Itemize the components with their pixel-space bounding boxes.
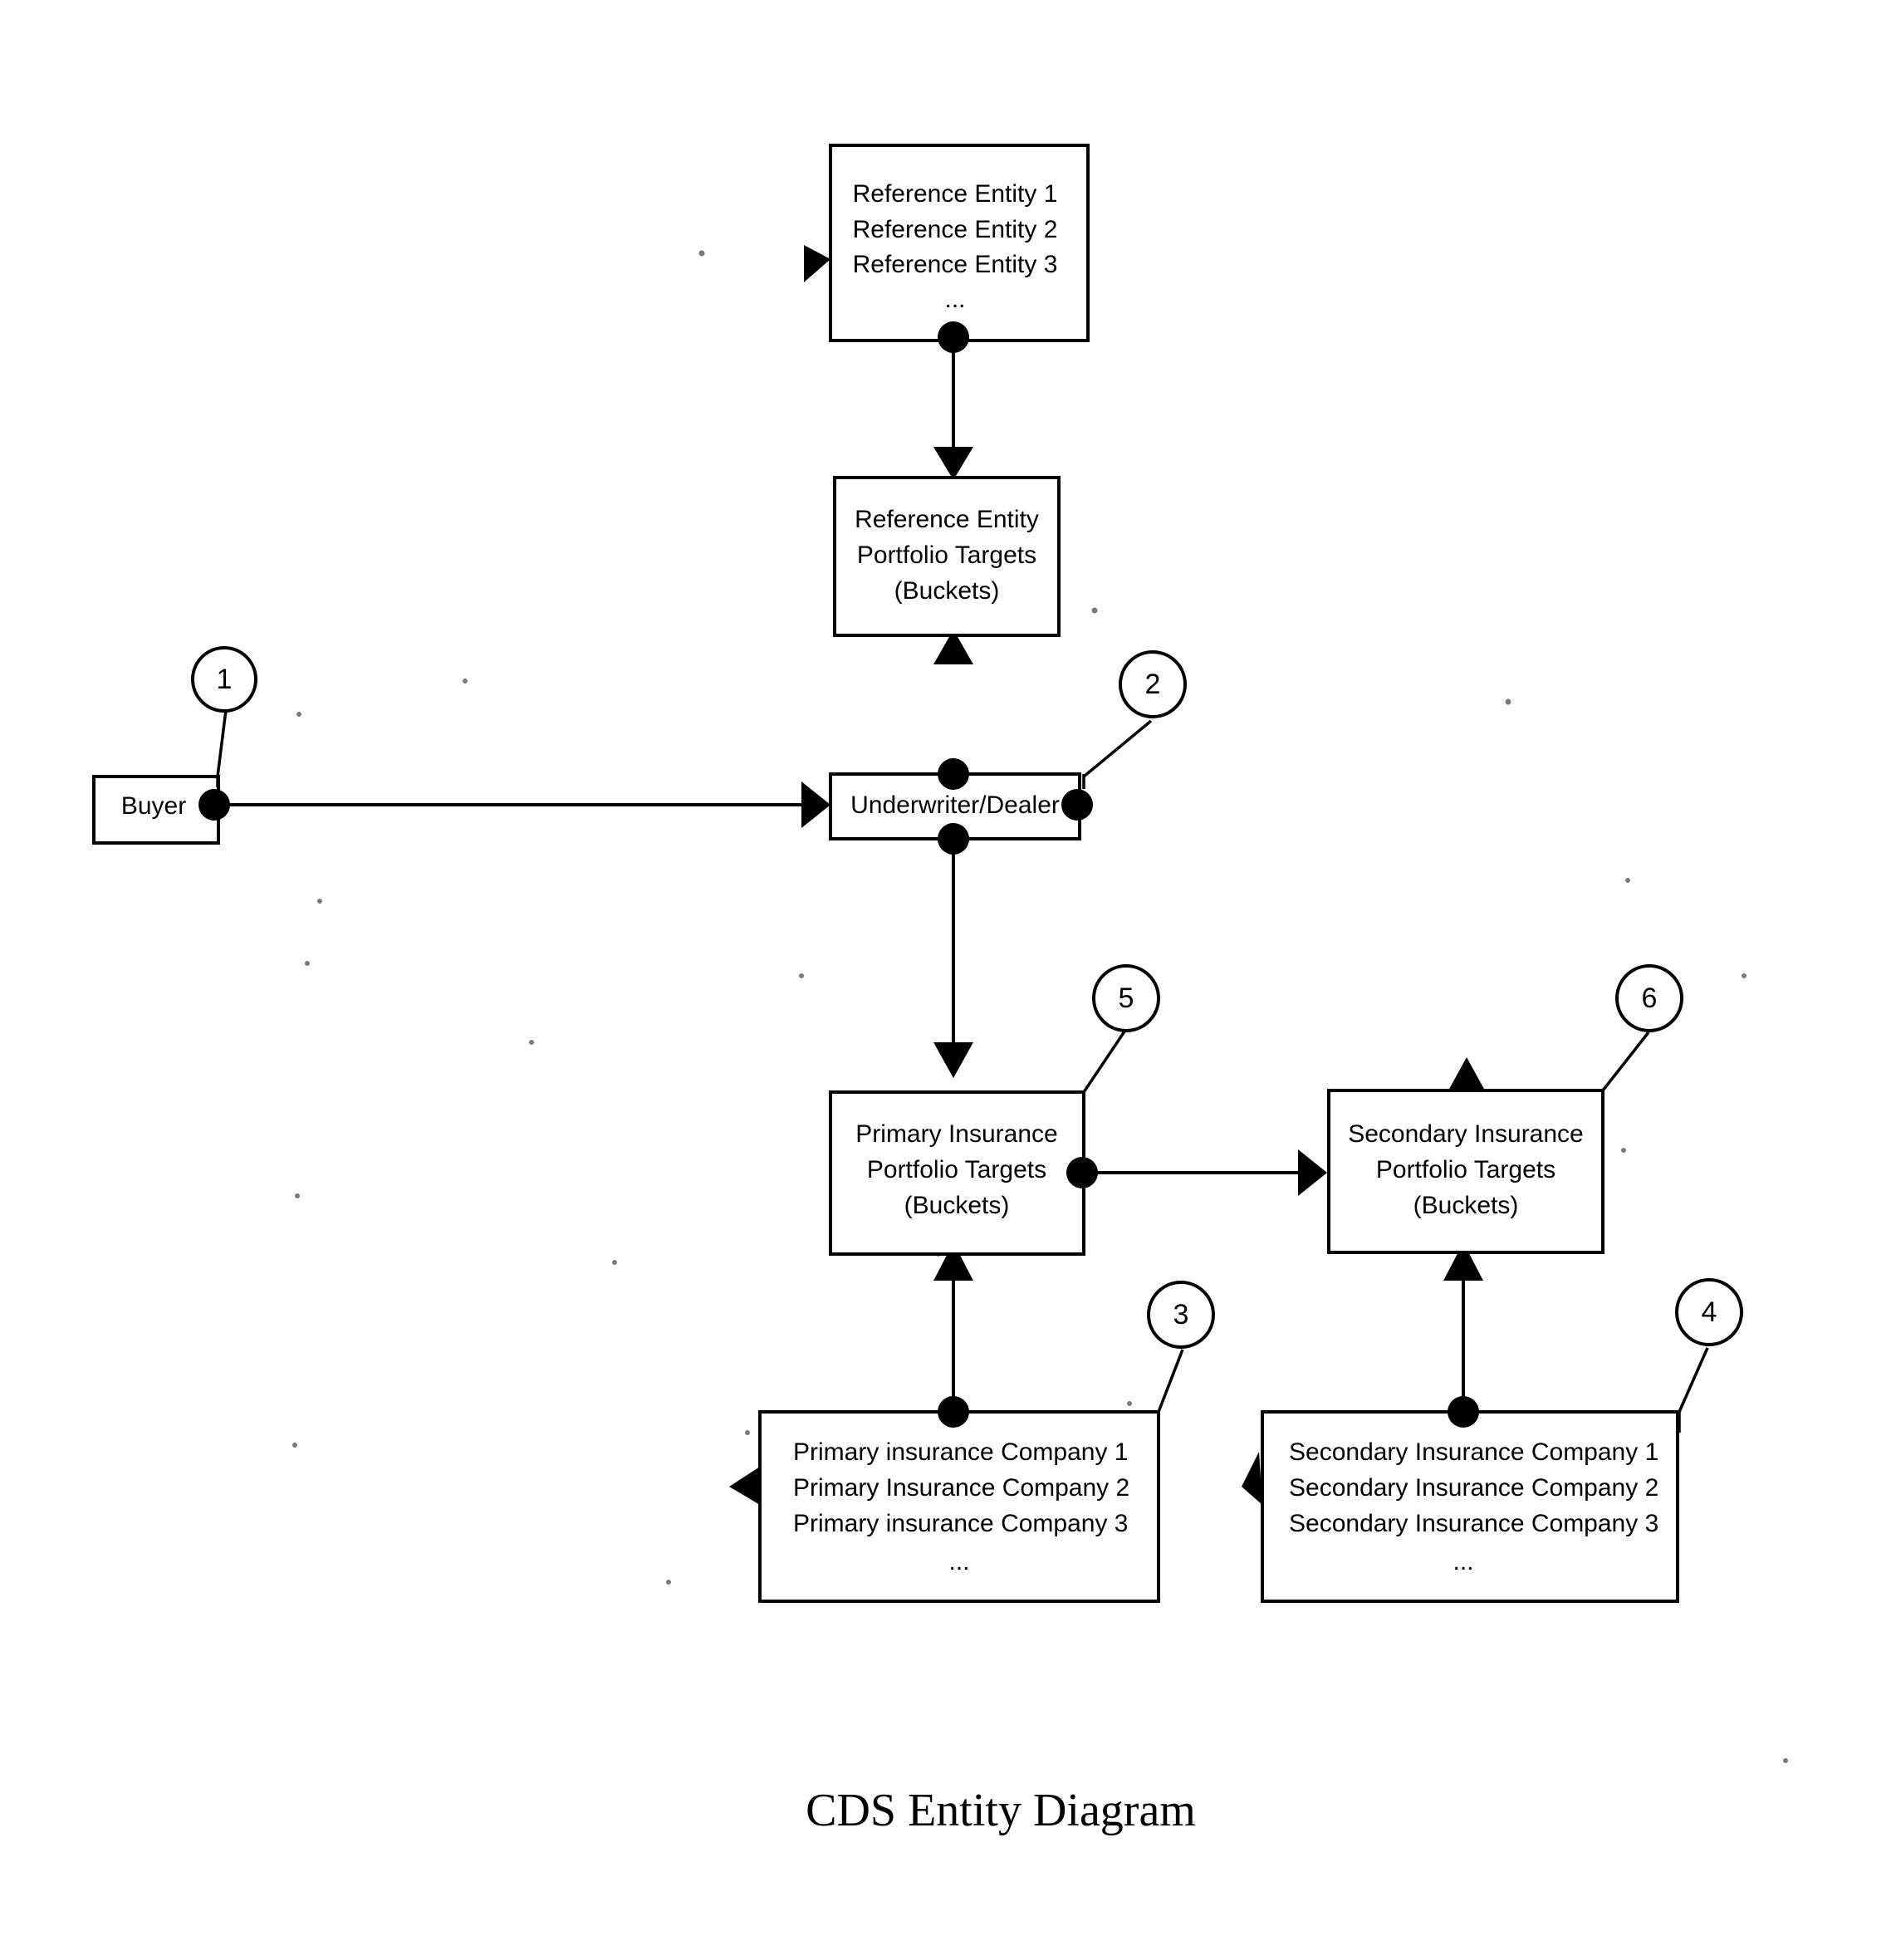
callout-2-label: 2 <box>1145 669 1161 700</box>
primary-portfolio-line-1: Primary Insurance <box>855 1120 1057 1148</box>
primary-portfolio-right-connector-dot <box>1066 1157 1098 1188</box>
reference-entities-ellipsis: ... <box>944 286 965 313</box>
connection-secondary-companies-to-secondary-portfolio <box>1443 1242 1483 1412</box>
reference-entities-bottom-connector-dot <box>938 321 969 353</box>
secondary-company-2-label: Secondary Insurance Company 2 <box>1289 1474 1658 1502</box>
callout-5-label: 5 <box>1119 982 1134 1014</box>
buyer-right-connector-dot <box>198 789 230 821</box>
callout-4[interactable]: 4 <box>1675 1278 1743 1433</box>
reference-entity-1-label: Reference Entity 1 <box>853 180 1058 208</box>
secondary-insurance-companies-list[interactable]: Secondary Insurance Company 1 Secondary … <box>1242 1396 1679 1603</box>
secondary-portfolio-line-1: Secondary Insurance <box>1348 1120 1584 1148</box>
connection-buyer-to-underwriter <box>218 782 830 828</box>
callout-3[interactable]: 3 <box>1147 1281 1215 1427</box>
callout-2[interactable]: 2 <box>1082 650 1187 789</box>
secondary-insurance-portfolio-targets[interactable]: Secondary Insurance Portfolio Targets (B… <box>1327 1057 1604 1254</box>
callout-6-label: 6 <box>1642 982 1658 1014</box>
underwriter-right-connector-dot <box>1061 789 1093 821</box>
secondary-company-1-label: Secondary Insurance Company 1 <box>1289 1438 1658 1466</box>
secondary-company-3-label: Secondary Insurance Company 3 <box>1289 1510 1658 1537</box>
primary-insurance-companies-list[interactable]: Primary insurance Company 1 Primary Insu… <box>729 1396 1160 1603</box>
underwriter-bottom-connector-dot <box>938 823 969 855</box>
underwriter-dealer-label: Underwriter/Dealer <box>850 791 1060 819</box>
reference-entities-inbound-arrow <box>804 245 830 282</box>
reference-entity-3-label: Reference Entity 3 <box>853 251 1058 278</box>
connection-underwriter-to-primary-portfolio <box>933 839 973 1078</box>
reference-entity-2-label: Reference Entity 2 <box>853 216 1058 243</box>
secondary-portfolio-line-2: Portfolio Targets <box>1376 1156 1556 1183</box>
callout-4-label: 4 <box>1702 1296 1717 1328</box>
primary-portfolio-line-2: Portfolio Targets <box>867 1156 1046 1183</box>
diagram-canvas: Reference Entity 1 Reference Entity 2 Re… <box>92 144 1788 1836</box>
buyer-label: Buyer <box>121 792 186 820</box>
reference-entity-portfolio-targets[interactable]: Reference Entity Portfolio Targets (Buck… <box>833 476 1061 637</box>
connection-primary-to-secondary-portfolio <box>1084 1149 1327 1196</box>
connection-primary-companies-to-primary-portfolio <box>933 1242 973 1412</box>
callout-6[interactable]: 6 <box>1601 964 1683 1109</box>
callout-1[interactable]: 1 <box>191 646 257 787</box>
primary-insurance-portfolio-targets[interactable]: Primary Insurance Portfolio Targets (Buc… <box>829 1090 1098 1256</box>
secondary-portfolio-line-3: (Buckets) <box>1413 1192 1519 1219</box>
primary-companies-top-connector-dot <box>938 1396 969 1428</box>
callout-1-label: 1 <box>217 664 233 695</box>
primary-company-1-label: Primary insurance Company 1 <box>793 1438 1129 1466</box>
secondary-portfolio-top-arrow <box>1448 1057 1485 1090</box>
reference-entities-list[interactable]: Reference Entity 1 Reference Entity 2 Re… <box>804 144 1090 353</box>
reference-portfolio-line-3: (Buckets) <box>894 577 1000 605</box>
primary-companies-left-arrow <box>729 1467 760 1505</box>
underwriter-dealer[interactable]: Underwriter/Dealer <box>829 758 1093 855</box>
primary-company-2-label: Primary Insurance Company 2 <box>793 1474 1129 1502</box>
callout-3-label: 3 <box>1173 1299 1189 1330</box>
buyer[interactable]: Buyer <box>92 775 230 845</box>
secondary-companies-top-connector-dot <box>1448 1396 1479 1428</box>
underwriter-top-connector-dot <box>938 758 969 790</box>
callout-5[interactable]: 5 <box>1082 964 1160 1105</box>
primary-company-3-label: Primary insurance Company 3 <box>793 1510 1129 1537</box>
reference-portfolio-line-2: Portfolio Targets <box>857 541 1036 569</box>
cds-entity-diagram: Reference Entity 1 Reference Entity 2 Re… <box>0 0 1896 1960</box>
primary-portfolio-line-3: (Buckets) <box>904 1192 1010 1219</box>
primary-companies-ellipsis: ... <box>948 1548 969 1575</box>
diagram-caption: CDS Entity Diagram <box>806 1785 1196 1836</box>
secondary-companies-left-arrow <box>1242 1452 1262 1505</box>
connection-reference-entities-to-portfolio <box>933 336 973 480</box>
secondary-companies-ellipsis: ... <box>1453 1548 1473 1575</box>
reference-portfolio-line-1: Reference Entity <box>855 506 1039 533</box>
